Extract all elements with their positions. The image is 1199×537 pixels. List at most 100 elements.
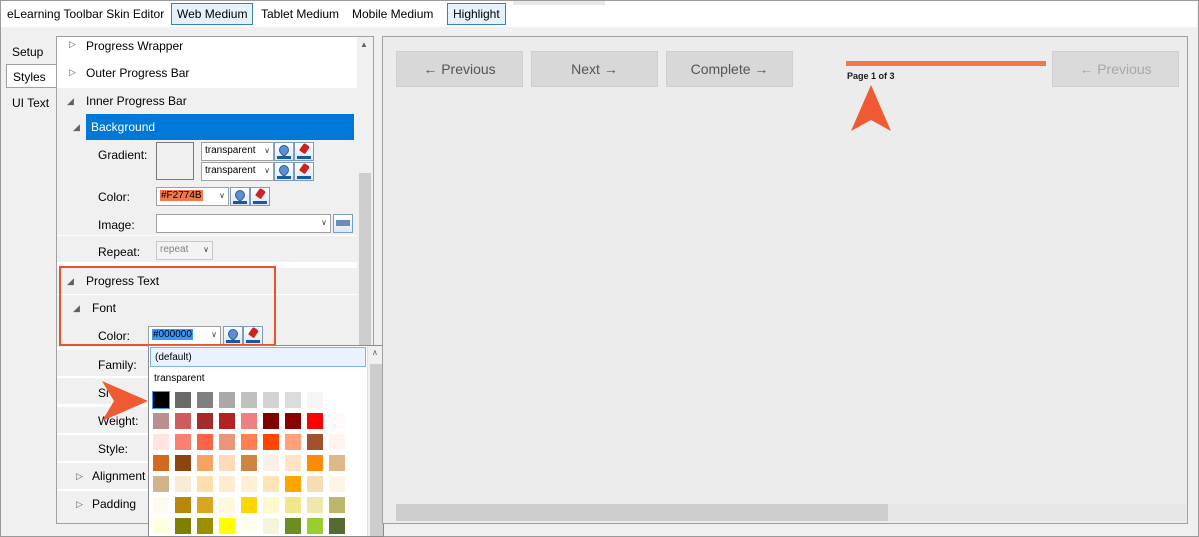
side-tab-ui-text[interactable]: UI Text xyxy=(6,91,56,115)
color-picker-icon[interactable] xyxy=(274,162,294,181)
color-swatch[interactable] xyxy=(153,497,169,513)
color-swatch[interactable] xyxy=(307,434,323,450)
color-swatch[interactable] xyxy=(197,455,213,471)
color-swatch[interactable] xyxy=(175,497,191,513)
color-swatch[interactable] xyxy=(197,434,213,450)
option-default[interactable]: (default) xyxy=(150,347,366,367)
color-swatch[interactable] xyxy=(241,434,257,450)
color-swatch[interactable] xyxy=(285,455,301,471)
preview-previous-button[interactable]: ← Previous xyxy=(396,51,523,87)
color-swatch[interactable] xyxy=(307,413,323,429)
image-select[interactable]: ∨ xyxy=(156,214,331,233)
color-swatch[interactable] xyxy=(329,413,345,429)
color-swatch[interactable] xyxy=(285,413,301,429)
preview-next-button[interactable]: Next → xyxy=(531,51,658,87)
color-swatch[interactable] xyxy=(153,476,169,492)
color-swatch[interactable] xyxy=(285,497,301,513)
expand-icon[interactable]: ▷ xyxy=(76,471,83,482)
side-tab-setup[interactable]: Setup xyxy=(6,40,56,64)
color-swatch[interactable] xyxy=(241,413,257,429)
color-swatch[interactable] xyxy=(329,497,345,513)
color-swatch[interactable] xyxy=(219,455,235,471)
color-swatch[interactable] xyxy=(153,413,169,429)
color-swatch[interactable] xyxy=(263,476,279,492)
color-swatch[interactable] xyxy=(329,476,345,492)
side-tab-styles[interactable]: Styles xyxy=(6,64,58,88)
expand-icon[interactable]: ▷ xyxy=(69,39,76,50)
color-swatch[interactable] xyxy=(241,476,257,492)
color-swatch[interactable] xyxy=(285,392,301,408)
preview-complete-button[interactable]: Complete → xyxy=(666,51,793,87)
repeat-select[interactable]: repeat ∨ xyxy=(156,241,213,260)
color-swatch[interactable] xyxy=(175,413,191,429)
color-swatch[interactable] xyxy=(175,476,191,492)
color-swatch[interactable] xyxy=(241,497,257,513)
tree-item-inner-progress-bar[interactable]: ◢ Inner Progress Bar xyxy=(57,88,357,114)
color-swatch[interactable] xyxy=(329,455,345,471)
color-swatch[interactable] xyxy=(285,434,301,450)
color-swatch[interactable] xyxy=(329,434,345,450)
scrollbar-thumb[interactable] xyxy=(396,504,888,521)
tab-web-medium[interactable]: Web Medium xyxy=(171,3,254,25)
color-swatch[interactable] xyxy=(153,434,169,450)
color-swatch[interactable] xyxy=(219,497,235,513)
color-swatch[interactable] xyxy=(263,497,279,513)
tab-mobile-medium[interactable]: Mobile Medium xyxy=(346,3,439,25)
image-browse-icon[interactable] xyxy=(333,214,353,233)
color-swatch[interactable] xyxy=(219,413,235,429)
expand-icon[interactable]: ▷ xyxy=(76,499,83,510)
tab-tablet-medium[interactable]: Tablet Medium xyxy=(255,3,345,25)
color-swatch[interactable] xyxy=(307,455,323,471)
color-swatch[interactable] xyxy=(197,518,213,534)
gradient-preview[interactable] xyxy=(156,142,194,180)
color-picker-icon[interactable] xyxy=(230,187,250,206)
color-swatch[interactable] xyxy=(175,455,191,471)
color-swatch[interactable] xyxy=(263,434,279,450)
tree-item-progress-wrapper[interactable]: ▷ Progress Wrapper xyxy=(57,37,357,59)
preview-horizontal-scrollbar[interactable] xyxy=(396,504,1186,521)
gradient-color-1-select[interactable]: transparent ∨ xyxy=(201,142,274,161)
collapse-icon[interactable]: ◢ xyxy=(73,122,80,133)
scroll-up-icon[interactable]: ▲ xyxy=(360,40,368,49)
color-swatch[interactable] xyxy=(285,476,301,492)
tree-item-background[interactable]: Background xyxy=(86,114,354,140)
color-swatch[interactable] xyxy=(307,497,323,513)
color-swatch[interactable] xyxy=(153,518,169,534)
color-picker-icon[interactable] xyxy=(274,142,294,161)
color-swatch[interactable] xyxy=(219,392,235,408)
color-swatch[interactable] xyxy=(263,392,279,408)
color-swatch[interactable] xyxy=(307,392,323,408)
color-swatch[interactable] xyxy=(241,455,257,471)
color-swatch[interactable] xyxy=(152,391,170,409)
pin-icon[interactable] xyxy=(294,162,314,181)
color-swatch[interactable] xyxy=(197,413,213,429)
color-swatch[interactable] xyxy=(175,434,191,450)
color-swatch[interactable] xyxy=(197,497,213,513)
color-swatch[interactable] xyxy=(197,392,213,408)
color-swatch[interactable] xyxy=(307,518,323,534)
color-swatch[interactable] xyxy=(263,413,279,429)
expand-icon[interactable]: ▷ xyxy=(69,67,76,78)
color-swatch[interactable] xyxy=(285,518,301,534)
color-swatch[interactable] xyxy=(241,518,257,534)
color-swatch[interactable] xyxy=(329,392,345,408)
tab-highlight[interactable]: Highlight xyxy=(447,3,506,25)
pin-icon[interactable] xyxy=(250,187,270,206)
color-swatch[interactable] xyxy=(263,455,279,471)
pin-icon[interactable] xyxy=(294,142,314,161)
color-swatch[interactable] xyxy=(175,392,191,408)
option-transparent[interactable]: transparent xyxy=(150,369,366,389)
color-swatch[interactable] xyxy=(219,476,235,492)
color-swatch[interactable] xyxy=(219,518,235,534)
background-color-select[interactable]: #F2774B ∨ xyxy=(156,187,229,206)
color-swatch[interactable] xyxy=(307,476,323,492)
color-swatch[interactable] xyxy=(197,476,213,492)
color-swatch[interactable] xyxy=(153,455,169,471)
gradient-color-2-select[interactable]: transparent ∨ xyxy=(201,162,274,181)
collapse-icon[interactable]: ◢ xyxy=(67,96,74,107)
tree-item-outer-progress-bar[interactable]: ▷ Outer Progress Bar xyxy=(57,60,357,86)
color-swatch[interactable] xyxy=(241,392,257,408)
color-swatch[interactable] xyxy=(175,518,191,534)
scroll-up-icon[interactable]: ∧ xyxy=(372,348,378,357)
color-swatch[interactable] xyxy=(219,434,235,450)
